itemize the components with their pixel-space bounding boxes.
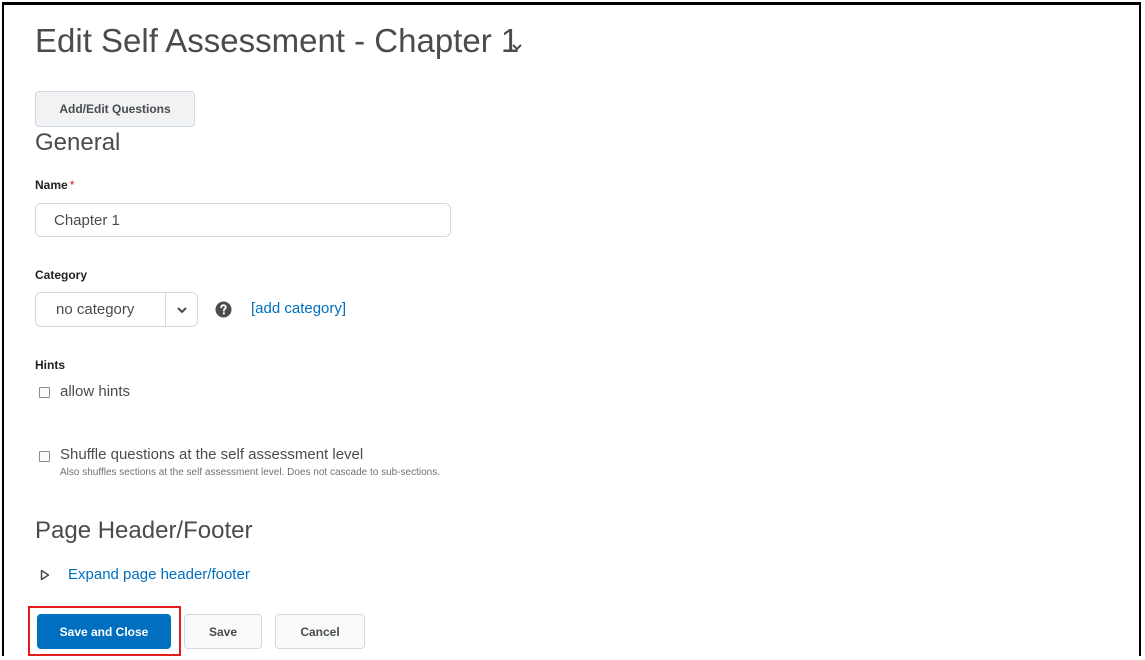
- shuffle-questions-label[interactable]: Shuffle questions at the self assessment…: [60, 446, 363, 463]
- name-label-text: Name: [35, 178, 68, 192]
- chevron-down-icon[interactable]: [509, 43, 525, 53]
- category-select-value: no category: [56, 301, 135, 318]
- save-and-close-button[interactable]: Save and Close: [37, 614, 171, 649]
- required-marker: *: [69, 178, 75, 192]
- general-heading: General: [35, 129, 121, 156]
- page-title: Edit Self Assessment - Chapter 1: [35, 22, 520, 59]
- shuffle-description: Also shuffles sections at the self asses…: [60, 467, 441, 478]
- save-button[interactable]: Save: [184, 614, 262, 649]
- page-header-footer-heading: Page Header/Footer: [35, 517, 253, 544]
- shuffle-questions-checkbox[interactable]: [39, 451, 50, 462]
- cancel-button[interactable]: Cancel: [275, 614, 365, 649]
- question-circle-icon[interactable]: [215, 301, 232, 318]
- allow-hints-label[interactable]: allow hints: [60, 383, 130, 400]
- select-arrow[interactable]: [165, 293, 197, 326]
- chevron-down-icon: [176, 306, 187, 313]
- add-edit-questions-button[interactable]: Add/Edit Questions: [35, 91, 195, 127]
- allow-hints-checkbox[interactable]: [39, 387, 50, 398]
- category-select[interactable]: no category: [35, 292, 198, 327]
- category-label: Category: [35, 268, 88, 282]
- name-input[interactable]: [35, 203, 451, 237]
- add-category-link[interactable]: [add category]: [251, 300, 346, 317]
- expand-header-footer-link[interactable]: Expand page header/footer: [68, 566, 250, 583]
- triangle-right-icon[interactable]: [40, 569, 50, 581]
- app-frame: Edit Self Assessment - Chapter 1 Add/Edi…: [2, 2, 1141, 656]
- name-label: Name *: [35, 178, 74, 192]
- hints-label: Hints: [35, 358, 65, 372]
